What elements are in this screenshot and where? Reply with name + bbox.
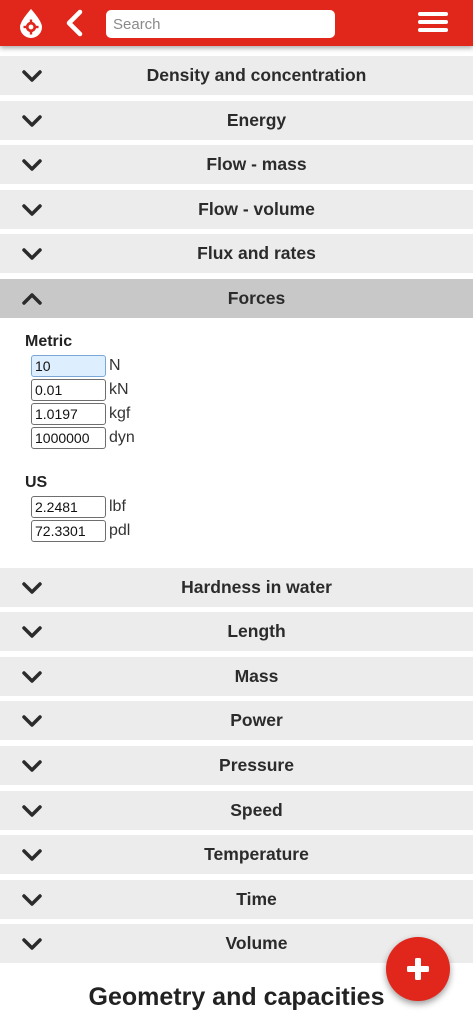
chevron-down-icon: [22, 114, 42, 127]
unit-label: kgf: [109, 404, 131, 422]
chevron-down-icon: [22, 248, 42, 261]
metric-row-dyn: dyn: [31, 426, 135, 449]
value-input-kgf[interactable]: [31, 402, 106, 425]
us-row-pdl: pdl: [31, 519, 131, 542]
category-label: Pressure: [219, 754, 294, 775]
hamburger-menu-icon[interactable]: [417, 9, 449, 37]
category-density-and-concentration[interactable]: Density and concentration: [0, 56, 473, 95]
unit-label: kN: [109, 380, 129, 398]
value-input-lbf[interactable]: [31, 495, 106, 518]
chevron-down-icon: [22, 938, 42, 951]
category-label: Forces: [227, 287, 286, 308]
chevron-down-icon: [22, 804, 42, 817]
us-group-title: US: [25, 473, 48, 491]
category-time[interactable]: Time: [0, 879, 473, 919]
forces-converter-panel: Metric N kN kgf dyn US lbf pdl: [0, 317, 473, 562]
unit-label: dyn: [109, 428, 135, 446]
top-app-bar: [0, 0, 473, 46]
category-speed[interactable]: Speed: [0, 790, 473, 830]
category-power[interactable]: Power: [0, 701, 473, 741]
category-forces[interactable]: Forces: [0, 278, 473, 318]
chevron-left-icon[interactable]: [60, 8, 90, 38]
us-row-lbf: lbf: [31, 495, 126, 518]
metric-row-n: N: [31, 354, 121, 377]
chevron-down-icon: [22, 715, 42, 728]
chevron-down-icon: [22, 204, 42, 216]
metric-row-kn: kN: [31, 378, 129, 401]
unit-label: lbf: [109, 497, 126, 515]
category-label: Length: [227, 621, 286, 642]
category-length[interactable]: Length: [0, 612, 473, 652]
chevron-down-icon: [22, 893, 42, 906]
category-list: Density and concentration Energy Flow - …: [0, 56, 473, 969]
plus-icon: [407, 958, 429, 980]
value-input-dyn[interactable]: [31, 426, 106, 449]
chevron-down-icon: [22, 581, 42, 594]
category-mass[interactable]: Mass: [0, 656, 473, 696]
category-temperature[interactable]: Temperature: [0, 835, 473, 875]
category-label: Hardness in water: [181, 576, 332, 597]
category-label: Flux and rates: [197, 243, 316, 264]
category-label: Energy: [226, 109, 287, 130]
category-label: Flow - volume: [198, 198, 315, 219]
chevron-down-icon: [22, 626, 42, 638]
category-energy[interactable]: Energy: [0, 100, 473, 140]
category-label: Density and concentration: [146, 65, 367, 85]
category-flux-and-rates[interactable]: Flux and rates: [0, 234, 473, 274]
category-flow-mass[interactable]: Flow - mass: [0, 145, 473, 185]
value-input-n[interactable]: [31, 354, 106, 377]
drop-gear-icon[interactable]: [16, 8, 46, 38]
unit-label: N: [109, 356, 121, 374]
metric-row-kgf: kgf: [31, 402, 131, 425]
category-pressure[interactable]: Pressure: [0, 745, 473, 785]
chevron-down-icon: [22, 849, 42, 861]
value-input-pdl[interactable]: [31, 519, 106, 542]
metric-group-title: Metric: [25, 332, 73, 350]
unit-label: pdl: [109, 521, 131, 539]
category-label: Speed: [230, 799, 283, 820]
chevron-down-icon: [22, 671, 42, 683]
category-label: Temperature: [204, 844, 309, 865]
chevron-up-icon: [22, 293, 42, 305]
value-input-kn[interactable]: [31, 378, 106, 401]
category-flow-volume[interactable]: Flow - volume: [0, 189, 473, 229]
category-label: Mass: [234, 665, 279, 686]
add-button[interactable]: [386, 937, 450, 1001]
category-label: Power: [230, 710, 283, 731]
category-hardness-in-water[interactable]: Hardness in water: [0, 567, 473, 607]
chevron-down-icon: [22, 159, 42, 171]
chevron-down-icon: [22, 70, 42, 82]
search-input[interactable]: [106, 10, 335, 38]
chevron-down-icon: [22, 760, 42, 772]
category-label: Flow - mass: [206, 154, 307, 175]
category-label: Time: [236, 888, 277, 909]
